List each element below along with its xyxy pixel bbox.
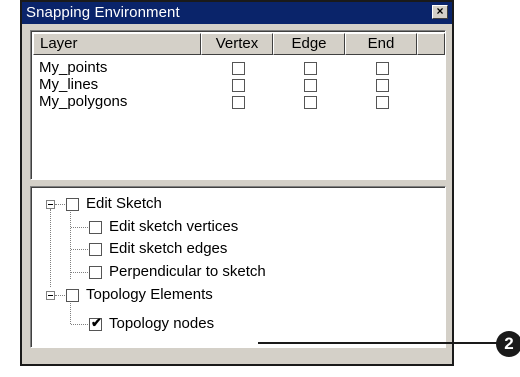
window-title: Snapping Environment [26,4,180,21]
edge-checkbox-my-points[interactable] [304,62,317,75]
tree-connector [71,324,88,325]
vertex-checkbox-my-lines[interactable] [232,79,245,92]
end-checkbox-my-polygons[interactable] [376,96,389,109]
collapse-toggle-topology-elements[interactable] [46,291,55,300]
snapping-tree: Edit Sketch Edit sketch vertices Edit sk… [30,186,446,348]
snapping-environment-window: Snapping Environment × Layer Vertex Edge… [20,0,454,366]
tree-connector [70,209,71,279]
collapse-toggle-edit-sketch[interactable] [46,200,55,209]
end-checkbox-my-lines[interactable] [376,79,389,92]
end-checkbox-my-points[interactable] [376,62,389,75]
tree-item-edit-sketch-vertices[interactable]: Edit sketch vertices [109,218,238,236]
tree-item-topology-elements[interactable]: Topology Elements [86,286,213,304]
column-header-end[interactable]: End [345,33,417,55]
vertex-checkbox-my-points[interactable] [232,62,245,75]
table-row-my-polygons: My_polygons [39,93,128,110]
checkbox-edit-sketch-edges[interactable] [89,243,102,256]
edge-checkbox-my-lines[interactable] [304,79,317,92]
tree-connector [71,272,88,273]
column-header-vertex[interactable]: Vertex [201,33,273,55]
checkbox-edit-sketch-vertices[interactable] [89,221,102,234]
tree-connector [55,295,65,296]
tree-connector [71,227,88,228]
checkbox-topology-elements[interactable] [66,289,79,302]
tree-item-perpendicular-to-sketch[interactable]: Perpendicular to sketch [109,263,266,281]
close-button[interactable]: × [432,5,448,19]
callout-leader-line [258,342,498,344]
checkbox-perpendicular-to-sketch[interactable] [89,266,102,279]
vertex-checkbox-my-polygons[interactable] [232,96,245,109]
checkbox-edit-sketch[interactable] [66,198,79,211]
layer-snapping-table: Layer Vertex Edge End My_points My_lines… [30,30,446,180]
tree-connector [55,204,65,205]
edge-checkbox-my-polygons[interactable] [304,96,317,109]
column-header-filler [417,33,445,55]
table-header: Layer Vertex Edge End [33,33,445,55]
tree-connector [70,301,71,324]
column-header-layer[interactable]: Layer [33,33,201,55]
column-header-edge[interactable]: Edge [273,33,345,55]
callout-number-badge: 2 [496,331,520,357]
tree-item-edit-sketch[interactable]: Edit Sketch [86,195,162,213]
table-row-my-lines: My_lines [39,76,99,93]
table-row-my-points: My_points [39,59,108,76]
tree-item-edit-sketch-edges[interactable]: Edit sketch edges [109,240,227,258]
title-bar[interactable]: Snapping Environment × [22,2,452,24]
checkmark-icon: ✔ [91,315,102,330]
tree-connector [50,209,51,287]
tree-connector [71,249,88,250]
checkbox-topology-nodes[interactable]: ✔ [89,315,102,331]
tree-item-topology-nodes[interactable]: Topology nodes [109,315,214,333]
